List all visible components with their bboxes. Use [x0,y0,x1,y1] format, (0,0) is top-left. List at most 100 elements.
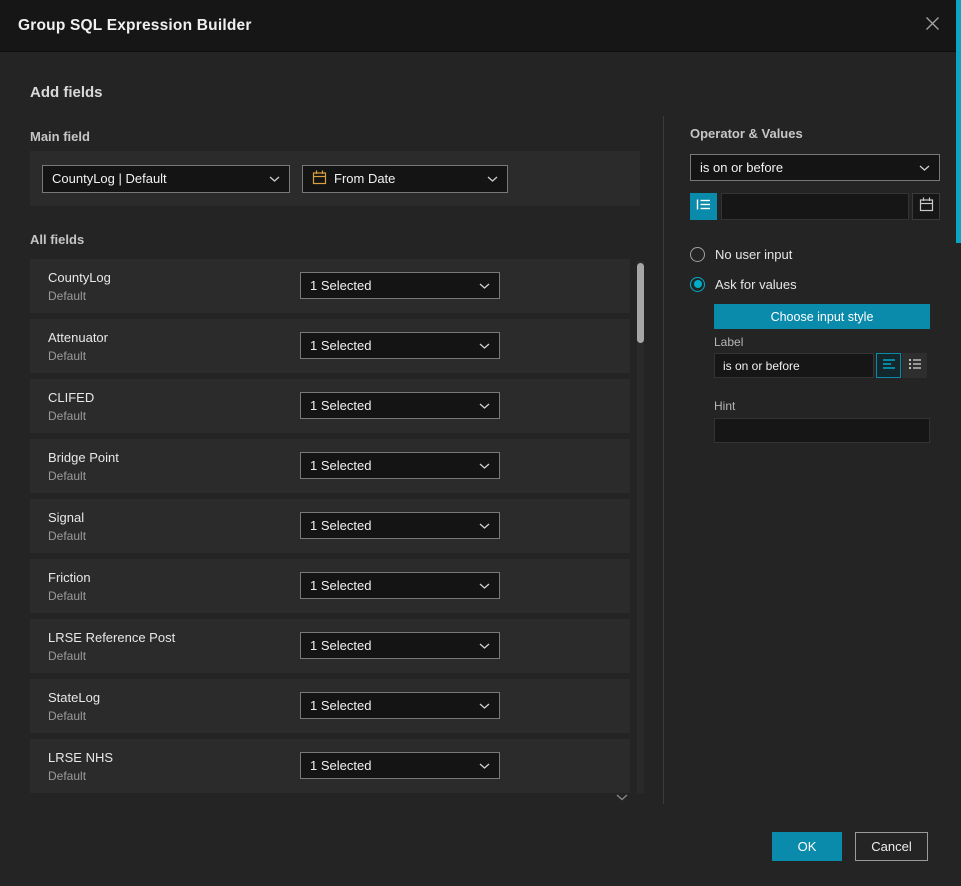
chevron-down-icon [269,176,280,182]
field-name: LRSE NHS [48,750,113,765]
operator-value: is on or before [700,160,783,175]
field-row-bridge-point: Bridge Point Default 1 Selected [30,439,630,493]
scroll-more-chevron-down-icon [616,788,628,806]
field-row-lrse-reference-post: LRSE Reference Post Default 1 Selected [30,619,630,673]
dropdown-value: 1 Selected [310,518,371,533]
operator-dropdown[interactable]: is on or before [690,154,940,181]
chevron-down-icon [479,763,490,769]
dropdown-value: 1 Selected [310,578,371,593]
date-text-entry-icon [696,198,711,216]
add-fields-heading: Add fields [30,84,103,101]
close-button[interactable] [921,15,943,37]
date-value-input[interactable] [721,193,909,220]
field-selection-dropdown[interactable]: 1 Selected [300,452,500,479]
field-row-lrse-nhs: LRSE NHS Default 1 Selected [30,739,630,793]
field-row-attenuator: Attenuator Default 1 Selected [30,319,630,373]
chevron-down-icon [479,523,490,529]
single-line-input-icon [882,357,896,375]
field-name: CountyLog [48,270,111,285]
field-selection-dropdown[interactable]: 1 Selected [300,392,500,419]
field-selection-dropdown[interactable]: 1 Selected [300,272,500,299]
radio-label: Ask for values [715,277,797,292]
field-row-signal: Signal Default 1 Selected [30,499,630,553]
field-name: Friction [48,570,91,585]
chevron-down-icon [479,463,490,469]
list-scrollbar-thumb[interactable] [637,263,644,343]
all-fields-list: CountyLog Default 1 Selected Attenuator … [30,259,630,799]
field-selection-dropdown[interactable]: 1 Selected [300,752,500,779]
field-layer-label: Default [48,289,86,303]
field-layer-label: Default [48,469,86,483]
radio-unselected-icon [690,247,705,262]
dropdown-value: 1 Selected [310,338,371,353]
field-name: Signal [48,510,84,525]
field-selection-dropdown[interactable]: 1 Selected [300,632,500,659]
field-layer-label: Default [48,409,86,423]
list-input-icon [908,357,922,375]
chevron-down-icon [479,583,490,589]
chevron-down-icon [479,643,490,649]
calendar-icon [919,197,934,217]
field-row-clifed: CLIFED Default 1 Selected [30,379,630,433]
field-row-statelog: StateLog Default 1 Selected [30,679,630,733]
cancel-button[interactable]: Cancel [855,832,928,861]
all-fields-heading: All fields [30,232,84,247]
chevron-down-icon [487,176,498,182]
input-style-list-button[interactable] [902,353,927,378]
field-name: Attenuator [48,330,108,345]
dropdown-value: 1 Selected [310,638,371,653]
chevron-down-icon [919,165,930,171]
field-layer-label: Default [48,649,86,663]
field-layer-label: Default [48,589,86,603]
label-input[interactable] [714,353,874,378]
dialog-title: Group SQL Expression Builder [18,17,252,35]
chevron-down-icon [479,343,490,349]
date-text-entry-button[interactable] [690,193,717,220]
layer-select-value: CountyLog | Default [52,171,167,186]
calendar-icon [312,170,327,188]
radio-no-user-input[interactable]: No user input [690,245,792,263]
dropdown-value: 1 Selected [310,698,371,713]
hint-input[interactable] [714,418,930,443]
field-selection-dropdown[interactable]: 1 Selected [300,512,500,539]
field-row-countylog: CountyLog Default 1 Selected [30,259,630,313]
field-name: StateLog [48,690,100,705]
main-field-panel: CountyLog | Default From Date [30,151,640,206]
ok-button[interactable]: OK [772,832,842,861]
chevron-down-icon [479,283,490,289]
field-selection-dropdown[interactable]: 1 Selected [300,572,500,599]
label-caption: Label [714,335,743,349]
field-layer-label: Default [48,709,86,723]
field-layer-label: Default [48,769,86,783]
field-selection-dropdown[interactable]: 1 Selected [300,692,500,719]
field-name: LRSE Reference Post [48,630,175,645]
field-select-dropdown[interactable]: From Date [302,165,508,193]
radio-ask-for-values[interactable]: Ask for values [690,275,797,293]
field-row-friction: Friction Default 1 Selected [30,559,630,613]
close-icon [925,16,940,36]
layer-select-dropdown[interactable]: CountyLog | Default [42,165,290,193]
dropdown-value: 1 Selected [310,398,371,413]
choose-input-style-button[interactable]: Choose input style [714,304,930,329]
radio-selected-icon [690,277,705,292]
field-layer-label: Default [48,349,86,363]
field-select-value: From Date [334,171,395,186]
input-style-single-line-button[interactable] [876,353,901,378]
main-field-heading: Main field [30,129,90,144]
panel-divider [663,116,664,804]
chevron-down-icon [479,403,490,409]
dropdown-value: 1 Selected [310,758,371,773]
edge-accent-bar [956,0,961,243]
chevron-down-icon [479,703,490,709]
dialog-header: Group SQL Expression Builder [0,0,961,52]
dropdown-value: 1 Selected [310,278,371,293]
operator-values-heading: Operator & Values [690,126,803,141]
dropdown-value: 1 Selected [310,458,371,473]
hint-caption: Hint [714,399,735,413]
field-name: Bridge Point [48,450,119,465]
date-picker-button[interactable] [912,193,940,220]
field-name: CLIFED [48,390,94,405]
field-layer-label: Default [48,529,86,543]
radio-label: No user input [715,247,792,262]
field-selection-dropdown[interactable]: 1 Selected [300,332,500,359]
